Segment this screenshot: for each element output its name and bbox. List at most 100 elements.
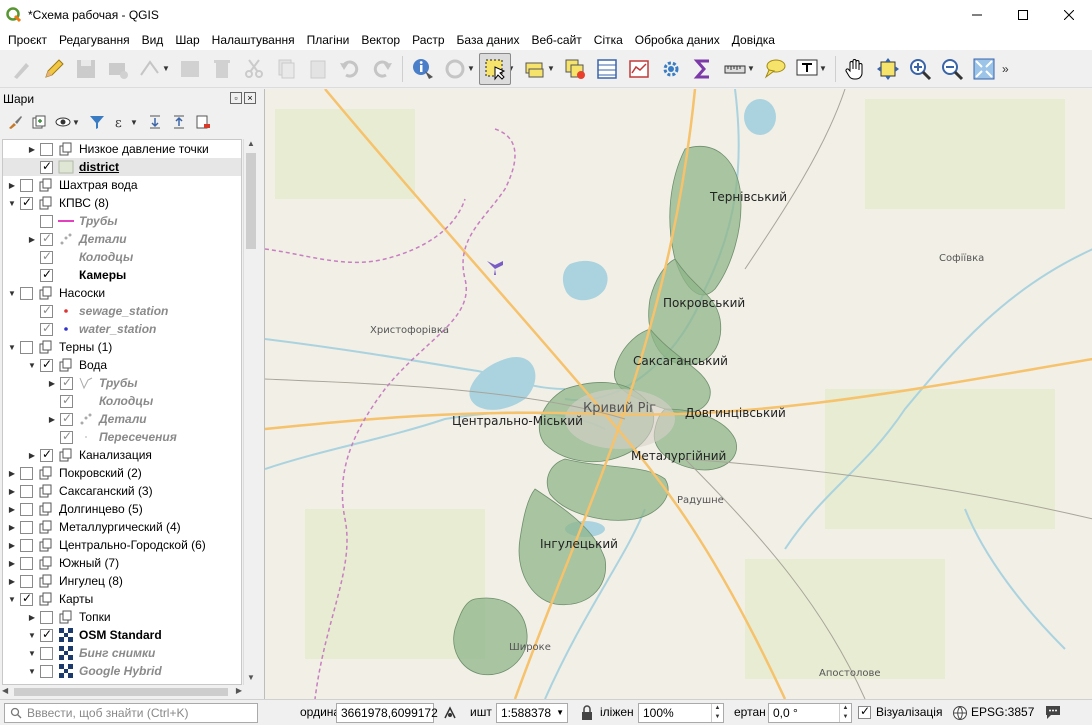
expand-down-icon[interactable]: ▼ <box>7 343 17 352</box>
undo-button[interactable] <box>334 53 366 85</box>
filter-expression-button[interactable]: ε <box>110 111 132 133</box>
menu-settings[interactable]: Налаштування <box>206 30 301 50</box>
redo-button[interactable] <box>366 53 398 85</box>
layer-visibility-checkbox[interactable] <box>20 538 33 552</box>
expand-down-icon[interactable]: ▼ <box>27 667 37 676</box>
style-manager-button[interactable] <box>4 111 26 133</box>
minimize-button[interactable] <box>954 0 1000 30</box>
expand-down-icon[interactable]: ▼ <box>27 649 37 658</box>
expand-down-icon[interactable]: ▼ <box>7 595 17 604</box>
pan-button[interactable] <box>840 53 872 85</box>
scroll-right-icon[interactable]: ▶ <box>236 686 242 695</box>
layer-tree-item[interactable]: ▶ Саксаганский (3) <box>3 482 241 500</box>
layer-visibility-checkbox[interactable] <box>20 484 33 498</box>
scroll-left-icon[interactable]: ◀ <box>2 686 8 695</box>
layer-tree-item[interactable]: ▶ Ингулец (8) <box>3 572 241 590</box>
measure-button[interactable] <box>719 53 751 85</box>
layer-visibility-checkbox[interactable] <box>20 502 33 516</box>
visibility-button[interactable] <box>52 111 74 133</box>
add-group-button[interactable] <box>28 111 50 133</box>
select-features-button[interactable] <box>479 52 511 85</box>
layer-visibility-checkbox[interactable] <box>40 231 53 246</box>
layer-tree-item[interactable]: sewage_station <box>3 302 241 320</box>
layer-tree-item[interactable]: ▼ Насоски <box>3 284 241 302</box>
layer-tree-item[interactable]: ▶ Шахтрая вода <box>3 176 241 194</box>
expand-right-icon[interactable]: ▶ <box>7 559 17 568</box>
zoom-full-button[interactable] <box>968 53 1000 85</box>
layer-tree-horizontal-scrollbar[interactable]: ◀ ▶ <box>2 685 242 699</box>
layer-visibility-checkbox[interactable] <box>40 321 53 336</box>
layer-visibility-checkbox[interactable] <box>40 303 53 318</box>
select-by-value-button[interactable] <box>519 53 551 85</box>
layer-visibility-checkbox[interactable] <box>20 520 33 534</box>
layer-tree-item[interactable]: ▶ Центрально-Городской (6) <box>3 536 241 554</box>
layer-tree-item[interactable]: ▼ OSM Standard <box>3 626 241 644</box>
expand-all-button[interactable] <box>144 111 166 133</box>
layer-visibility-checkbox[interactable] <box>20 340 33 354</box>
magnifier-spinbox[interactable]: 100% ▲ ▼ <box>638 703 724 723</box>
extents-toggle-icon[interactable] <box>442 705 458 721</box>
expand-right-icon[interactable]: ▶ <box>27 145 37 154</box>
maximize-button[interactable] <box>1000 0 1046 30</box>
toggle-editing-button[interactable] <box>38 53 70 85</box>
identify-button[interactable] <box>407 53 439 85</box>
expand-right-icon[interactable]: ▶ <box>27 613 37 622</box>
layer-tree-item[interactable]: Колодцы <box>3 248 241 266</box>
expand-right-icon[interactable]: ▶ <box>27 235 37 244</box>
paste-button[interactable] <box>302 53 334 85</box>
layer-tree-item[interactable]: ▶ Южный (7) <box>3 554 241 572</box>
layer-tree-item[interactable]: ▶ Долгинцево (5) <box>3 500 241 518</box>
layer-tree-item[interactable]: ▼ Карты <box>3 590 241 608</box>
layer-tree-item[interactable]: district <box>3 158 241 176</box>
more-tools-icon[interactable]: » <box>1002 62 1012 76</box>
close-panel-button[interactable]: × <box>244 92 256 104</box>
layer-visibility-checkbox[interactable] <box>20 466 33 480</box>
menu-web[interactable]: Веб-сайт <box>525 30 587 50</box>
layer-visibility-checkbox[interactable] <box>40 664 53 678</box>
menu-raster[interactable]: Растр <box>406 30 450 50</box>
crs-label[interactable]: EPSG:3857 <box>971 705 1034 719</box>
cut-button[interactable] <box>238 53 270 85</box>
statistical-summary-button[interactable] <box>687 53 719 85</box>
menu-processing[interactable]: Обробка даних <box>629 30 726 50</box>
layer-tree-item[interactable]: ▶ Топки <box>3 608 241 626</box>
layer-visibility-checkbox[interactable] <box>20 286 33 300</box>
layer-tree-item[interactable]: Трубы <box>3 212 241 230</box>
scale-combobox[interactable]: 1:588378 ▼ <box>496 703 568 723</box>
menu-help[interactable]: Довідка <box>726 30 781 50</box>
delete-selected-button[interactable] <box>206 53 238 85</box>
layer-tree-item[interactable]: ▶ Детали <box>3 410 241 428</box>
expand-right-icon[interactable]: ▶ <box>7 181 17 190</box>
menu-vector[interactable]: Вектор <box>355 30 406 50</box>
lock-scale-icon[interactable] <box>580 705 594 721</box>
copy-button[interactable] <box>270 53 302 85</box>
menu-view[interactable]: Вид <box>136 30 170 50</box>
map-tips-button[interactable] <box>759 53 791 85</box>
render-checkbox[interactable] <box>858 704 871 719</box>
layer-visibility-checkbox[interactable] <box>40 249 53 264</box>
expand-right-icon[interactable]: ▶ <box>7 469 17 478</box>
layer-visibility-checkbox[interactable] <box>20 591 33 606</box>
layer-visibility-checkbox[interactable] <box>40 610 53 624</box>
expand-right-icon[interactable]: ▶ <box>7 541 17 550</box>
deselect-all-button[interactable] <box>559 53 591 85</box>
expand-down-icon[interactable]: ▼ <box>27 361 37 370</box>
layer-visibility-checkbox[interactable] <box>40 159 53 174</box>
layer-visibility-checkbox[interactable] <box>60 429 73 444</box>
magnifier-spin-icon[interactable]: ▲ ▼ <box>711 704 723 722</box>
menu-layer[interactable]: Шар <box>169 30 205 50</box>
rotation-spinbox[interactable]: 0,0 ° ▲ ▼ <box>768 703 852 723</box>
district-polygon-shyroke[interactable] <box>453 597 528 676</box>
modify-attributes-button[interactable] <box>174 53 206 85</box>
layer-tree-item[interactable]: ▶ Детали <box>3 230 241 248</box>
digitize-button[interactable] <box>6 53 38 85</box>
layer-visibility-checkbox[interactable] <box>60 411 73 426</box>
layer-visibility-checkbox[interactable] <box>40 357 53 372</box>
scroll-down-icon[interactable]: ▼ <box>244 673 258 685</box>
messages-icon[interactable] <box>1044 704 1062 720</box>
vertex-tool-button[interactable] <box>134 53 166 85</box>
layer-visibility-checkbox[interactable] <box>20 574 33 588</box>
layer-tree-item[interactable]: Колодцы <box>3 392 241 410</box>
map-canvas[interactable]: Тернівський Покровський Саксаганський Кр… <box>264 89 1092 699</box>
layer-tree-item[interactable]: ▶ Низкое давление точки <box>3 140 241 158</box>
